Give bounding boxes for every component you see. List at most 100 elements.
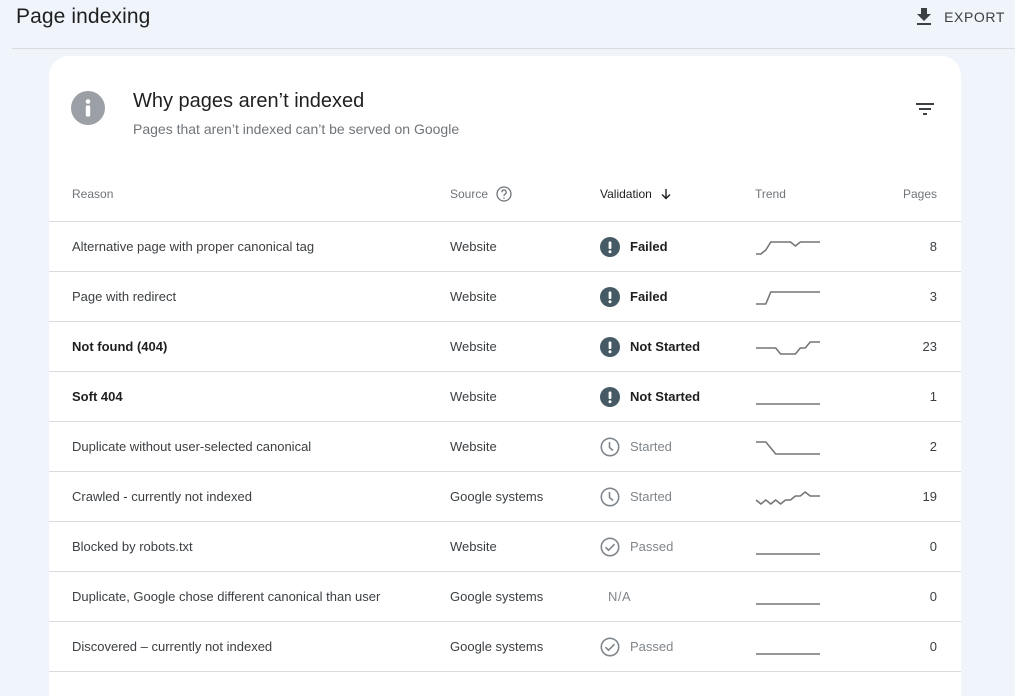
table-row[interactable]: Page with redirect Website Failed 3 bbox=[49, 271, 961, 322]
trend-sparkline bbox=[756, 602, 820, 605]
pages-cell: 19 bbox=[865, 471, 961, 522]
column-header-label: Pages bbox=[902, 187, 937, 201]
alert-icon bbox=[600, 336, 620, 357]
source-cell: Website bbox=[450, 421, 600, 472]
source-cell: Website bbox=[450, 521, 600, 572]
validation-cell: Started bbox=[600, 421, 755, 472]
validation-status: N/A bbox=[600, 589, 755, 604]
pages-cell: 2 bbox=[865, 421, 961, 472]
pages-cell: 8 bbox=[865, 221, 961, 272]
filter-icon[interactable] bbox=[915, 101, 935, 117]
validation-status: Failed bbox=[600, 236, 755, 257]
reason-cell: Blocked by robots.txt bbox=[49, 521, 450, 572]
trend-sparkline bbox=[756, 340, 820, 355]
table-row[interactable]: Duplicate, Google chose different canoni… bbox=[49, 571, 961, 622]
trend-sparkline bbox=[756, 240, 820, 255]
column-header-label: Reason bbox=[72, 187, 114, 201]
why-not-indexed-card: Why pages aren’t indexed Pages that aren… bbox=[49, 56, 961, 696]
trend-sparkline bbox=[756, 402, 820, 405]
trend-line bbox=[756, 340, 820, 355]
source-cell: Website bbox=[450, 321, 600, 372]
pages-cell: 1 bbox=[865, 371, 961, 422]
column-header-label: Source bbox=[450, 187, 489, 201]
validation-cell: Failed bbox=[600, 271, 755, 322]
table-row[interactable]: Alternative page with proper canonical t… bbox=[49, 221, 961, 272]
source-cell: Website bbox=[450, 371, 600, 422]
validation-label: Not Started bbox=[630, 339, 701, 354]
reasons-table: Reason Source Validation Trend Pages Alt… bbox=[49, 167, 961, 672]
table-row[interactable]: Duplicate without user-selected canonica… bbox=[49, 421, 961, 472]
column-header-source[interactable]: Source bbox=[450, 167, 600, 222]
reason-cell: Alternative page with proper canonical t… bbox=[49, 221, 450, 272]
source-cell: Google systems bbox=[450, 621, 600, 672]
pages-cell: 3 bbox=[865, 271, 961, 322]
pages-cell: 0 bbox=[865, 521, 961, 572]
pages-cell: 0 bbox=[865, 571, 961, 622]
pages-cell: 0 bbox=[865, 621, 961, 672]
reason-cell: Soft 404 bbox=[49, 371, 450, 422]
download-icon bbox=[917, 8, 932, 25]
column-header-label: Trend bbox=[755, 187, 786, 201]
validation-status: Not Started bbox=[600, 386, 755, 407]
validation-label: Passed bbox=[630, 539, 674, 554]
trend-sparkline bbox=[756, 552, 820, 555]
trend-line bbox=[755, 490, 820, 505]
help-icon[interactable] bbox=[496, 186, 512, 202]
validation-status: Not Started bbox=[600, 336, 755, 357]
column-header-validation[interactable]: Validation bbox=[600, 167, 755, 222]
table-row[interactable]: Blocked by robots.txt Website Passed 0 bbox=[49, 521, 961, 572]
page-title: Page indexing bbox=[16, 5, 151, 28]
source-cell: Website bbox=[450, 271, 600, 322]
validation-cell: N/A bbox=[600, 571, 755, 622]
table-row[interactable]: Not found (404) Website Not Started 23 bbox=[49, 321, 961, 372]
validation-label: Passed bbox=[630, 639, 674, 654]
source-cell: Website bbox=[450, 221, 600, 272]
validation-cell: Passed bbox=[600, 621, 755, 672]
validation-cell: Not Started bbox=[600, 371, 755, 422]
validation-label: Started bbox=[630, 489, 672, 504]
validation-cell: Passed bbox=[600, 521, 755, 572]
validation-label: Started bbox=[630, 439, 672, 454]
trend-cell bbox=[755, 321, 865, 372]
table-row[interactable]: Discovered – currently not indexed Google… bbox=[49, 621, 961, 672]
trend-line bbox=[756, 440, 820, 455]
trend-line bbox=[756, 290, 820, 305]
trend-sparkline bbox=[755, 490, 820, 505]
trend-cell bbox=[755, 221, 865, 272]
table-header-row: Reason Source Validation Trend Pages bbox=[49, 167, 961, 222]
validation-cell: Failed bbox=[600, 221, 755, 272]
trend-sparkline bbox=[756, 290, 820, 305]
clock-icon bbox=[600, 437, 620, 456]
check-circle-icon bbox=[600, 637, 620, 656]
source-cell: Google systems bbox=[450, 571, 600, 622]
check-circle-icon bbox=[600, 537, 620, 556]
validation-cell: Not Started bbox=[600, 321, 755, 372]
validation-cell: Started bbox=[600, 471, 755, 522]
trend-cell bbox=[755, 371, 865, 422]
sort-descending-icon bbox=[661, 189, 671, 200]
table-row[interactable]: Soft 404 Website Not Started 1 bbox=[49, 371, 961, 422]
top-bar: Page indexing EXPORT bbox=[0, 0, 1015, 48]
trend-cell bbox=[755, 521, 865, 572]
validation-status: Passed bbox=[600, 537, 755, 557]
reason-cell: Crawled - currently not indexed bbox=[49, 471, 450, 522]
reason-cell: Duplicate, Google chose different canoni… bbox=[49, 571, 450, 622]
validation-status: Failed bbox=[600, 286, 755, 307]
column-header-label: Validation bbox=[600, 187, 652, 201]
trend-cell bbox=[755, 621, 865, 672]
export-button[interactable]: EXPORT bbox=[916, 6, 1005, 28]
table-row[interactable]: Crawled - currently not indexed Google sy… bbox=[49, 471, 961, 522]
card-title: Why pages aren’t indexed bbox=[133, 90, 365, 112]
pages-cell: 23 bbox=[865, 321, 961, 372]
clock-icon bbox=[600, 487, 620, 506]
trend-line bbox=[756, 240, 820, 255]
validation-status: Started bbox=[600, 437, 755, 457]
card-subtitle: Pages that aren’t indexed can’t be serve… bbox=[133, 121, 460, 137]
trend-cell bbox=[755, 471, 865, 522]
reason-cell: Not found (404) bbox=[49, 321, 450, 372]
reason-cell: Discovered – currently not indexed bbox=[49, 621, 450, 672]
trend-cell bbox=[755, 271, 865, 322]
column-header-pages[interactable]: Pages bbox=[865, 167, 961, 222]
column-header-reason[interactable]: Reason bbox=[49, 167, 450, 222]
trend-sparkline bbox=[756, 652, 820, 655]
